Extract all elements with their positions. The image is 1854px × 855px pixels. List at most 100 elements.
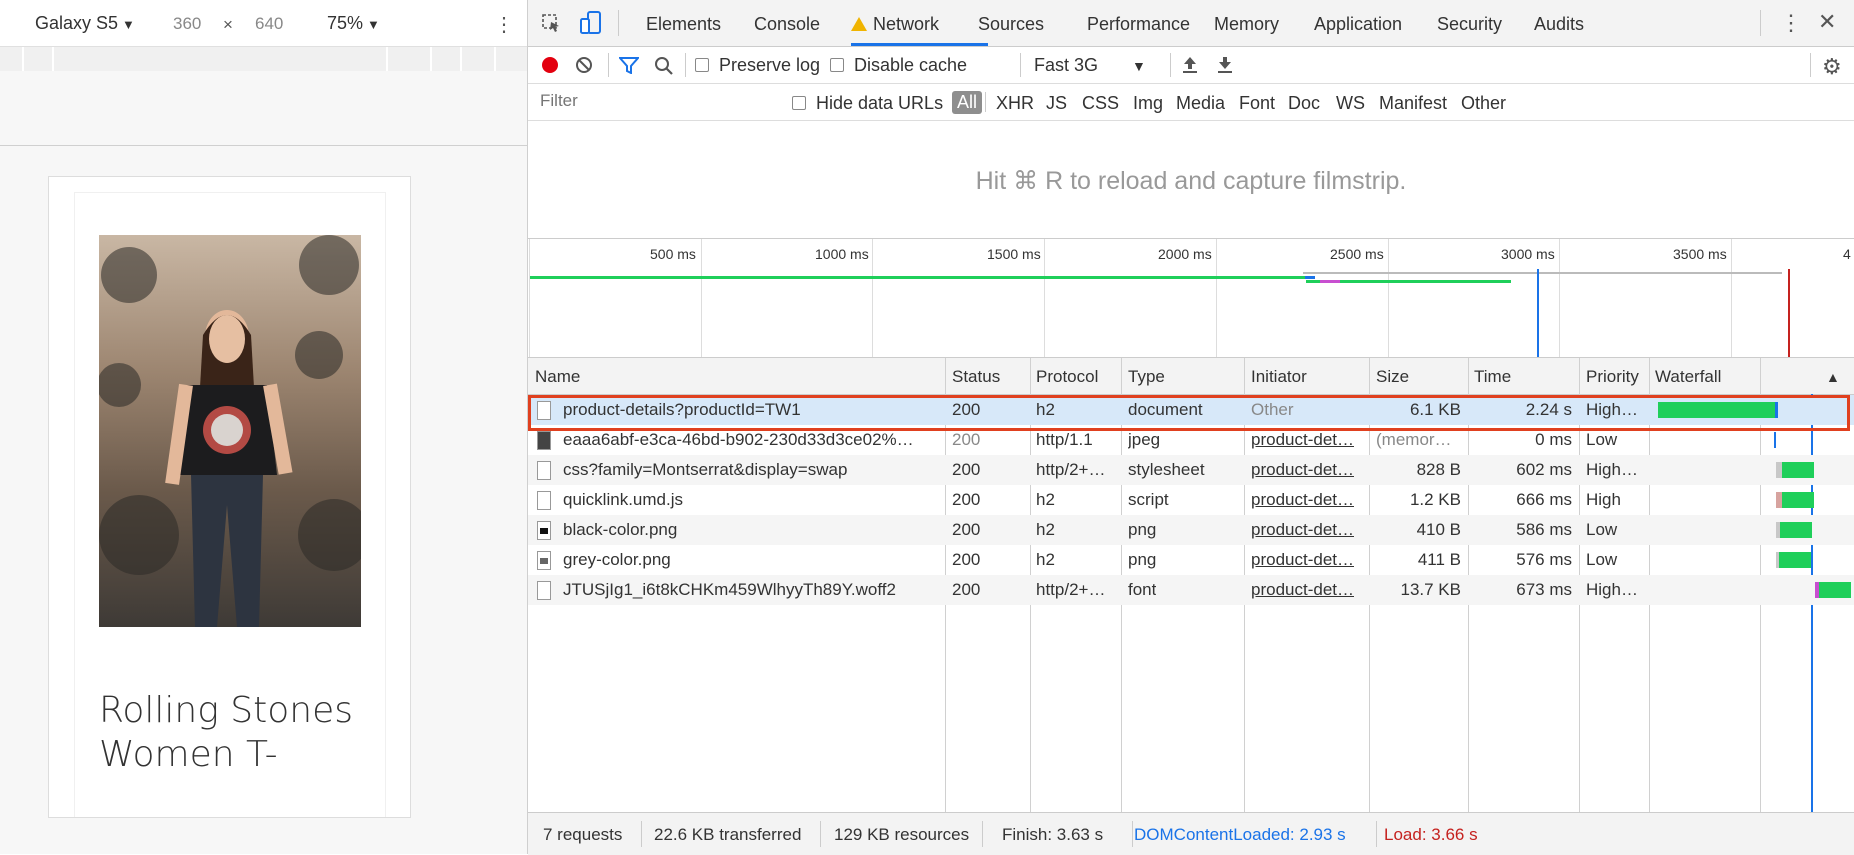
tab-application[interactable]: Application (1314, 14, 1402, 35)
request-initiator[interactable]: product-det… (1251, 430, 1363, 450)
product-image[interactable] (99, 235, 361, 627)
export-har-icon[interactable] (1216, 55, 1234, 80)
product-title: Rolling Stones Women T- (99, 690, 354, 775)
request-priority: Low (1586, 550, 1618, 569)
request-name: css?family=Montserrat&display=swap (563, 460, 848, 479)
filter-type-other[interactable]: Other (1461, 93, 1506, 114)
filter-type-js[interactable]: JS (1046, 93, 1067, 114)
column-header-name[interactable]: Name (535, 367, 580, 387)
timeline-tick (1731, 239, 1732, 357)
column-header-initiator[interactable]: Initiator (1251, 367, 1307, 387)
preserve-log-checkbox[interactable]: Preserve log (695, 55, 820, 76)
column-header-waterfall[interactable]: Waterfall (1655, 367, 1721, 387)
timeline-overview[interactable]: 500 ms 1000 ms 1500 ms 2000 ms 2500 ms 3… (528, 239, 1854, 358)
filter-icon[interactable] (617, 56, 641, 79)
timeline-tick (1044, 239, 1045, 357)
throttle-select[interactable]: Fast 3G ▼ (1034, 55, 1146, 76)
more-options-icon[interactable]: ⋮ (1780, 10, 1802, 36)
column-header-time[interactable]: Time (1474, 367, 1511, 387)
request-type: jpeg (1128, 430, 1161, 449)
device-height-input[interactable]: 640 (255, 14, 283, 34)
filter-type-media[interactable]: Media (1176, 93, 1225, 114)
table-row[interactable]: css?family=Montserrat&display=swap 200 h… (528, 455, 1854, 485)
request-protocol: h2 (1036, 490, 1055, 509)
dom-content-loaded-line (1537, 269, 1539, 357)
tab-console[interactable]: Console (754, 14, 820, 35)
timeline-tick (701, 239, 702, 357)
import-har-icon[interactable] (1181, 55, 1199, 80)
table-row[interactable]: black-color.png 200 h2 png product-det… … (528, 515, 1854, 545)
divider (1810, 53, 1811, 77)
filter-type-ws[interactable]: WS (1336, 93, 1365, 114)
filter-type-doc[interactable]: Doc (1288, 93, 1320, 114)
tab-memory[interactable]: Memory (1214, 14, 1279, 35)
column-header-size[interactable]: Size (1376, 367, 1409, 387)
request-status: 200 (952, 520, 981, 539)
request-type: font (1128, 580, 1157, 599)
request-time: 666 ms (1516, 490, 1572, 509)
request-priority: Low (1586, 430, 1618, 449)
table-row[interactable]: quicklink.umd.js 200 h2 script product-d… (528, 485, 1854, 515)
request-type: script (1128, 490, 1169, 509)
request-initiator[interactable]: product-det… (1251, 520, 1363, 540)
request-initiator[interactable]: product-det… (1251, 460, 1363, 480)
request-priority: High… (1586, 460, 1638, 479)
inspect-element-icon[interactable] (541, 13, 561, 38)
disable-cache-label: Disable cache (854, 55, 968, 75)
device-select[interactable]: Galaxy S5 ▼ (35, 13, 135, 34)
column-header-priority[interactable]: Priority (1586, 367, 1639, 387)
tab-performance[interactable]: Performance (1087, 14, 1190, 35)
column-header-type[interactable]: Type (1128, 367, 1165, 387)
tab-sources[interactable]: Sources (978, 14, 1044, 35)
clear-icon[interactable] (575, 56, 593, 79)
request-priority: Low (1586, 520, 1618, 539)
device-screen[interactable]: Rolling Stones Women T- (48, 176, 411, 818)
filter-input[interactable] (534, 89, 786, 113)
table-row[interactable]: JTUSjIg1_i6t8kCHKm459WlhyyTh89Y.woff2 20… (528, 575, 1854, 605)
filter-type-manifest[interactable]: Manifest (1379, 93, 1447, 114)
table-row[interactable]: grey-color.png 200 h2 png product-det… 4… (528, 545, 1854, 575)
request-initiator[interactable]: product-det… (1251, 550, 1363, 570)
media-query-ruler[interactable] (0, 46, 527, 72)
divider (618, 10, 619, 36)
gear-icon[interactable]: ⚙ (1822, 54, 1842, 80)
zoom-select[interactable]: 75% ▼ (327, 13, 380, 34)
filter-type-xhr[interactable]: XHR (996, 93, 1034, 114)
device-toolbar-icon[interactable] (580, 11, 602, 40)
selection-highlight (528, 395, 1850, 431)
filter-type-font[interactable]: Font (1239, 93, 1275, 114)
filter-type-css[interactable]: CSS (1082, 93, 1119, 114)
device-width-input[interactable]: 360 (173, 14, 201, 34)
column-header-protocol[interactable]: Protocol (1036, 367, 1098, 387)
request-initiator[interactable]: product-det… (1251, 580, 1363, 600)
request-protocol: h2 (1036, 550, 1055, 569)
tab-audits[interactable]: Audits (1534, 14, 1584, 35)
tab-security[interactable]: Security (1437, 14, 1502, 35)
request-protocol: h2 (1036, 520, 1055, 539)
request-time: 602 ms (1516, 460, 1572, 479)
tab-network[interactable]: Network (851, 14, 939, 35)
request-name: quicklink.umd.js (563, 490, 683, 509)
overview-bar (1535, 272, 1782, 274)
request-name: grey-color.png (563, 550, 671, 569)
timeline-tick-label: 3500 ms (1673, 246, 1727, 262)
tab-elements[interactable]: Elements (646, 14, 721, 35)
timeline-tick-label: 2000 ms (1158, 246, 1212, 262)
filter-type-img[interactable]: Img (1133, 93, 1163, 114)
column-header-status[interactable]: Status (952, 367, 1000, 387)
search-icon[interactable] (654, 56, 674, 81)
device-name: Galaxy S5 (35, 13, 119, 33)
more-options-icon[interactable]: ⋮ (494, 12, 514, 37)
active-tab-indicator (851, 43, 988, 46)
disable-cache-checkbox[interactable]: Disable cache (830, 55, 967, 76)
request-initiator[interactable]: product-det… (1251, 490, 1363, 510)
request-status: 200 (952, 490, 981, 509)
hide-data-urls-checkbox[interactable]: Hide data URLs (792, 93, 943, 114)
timeline-tick-label: 2500 ms (1330, 246, 1384, 262)
status-bar: 7 requests 22.6 KB transferred 129 KB re… (528, 812, 1854, 855)
record-icon[interactable] (541, 56, 559, 79)
filter-type-all[interactable]: All (952, 91, 983, 114)
request-name: black-color.png (563, 520, 678, 539)
zoom-value: 75% (327, 13, 364, 33)
close-icon[interactable]: ✕ (1818, 9, 1836, 35)
